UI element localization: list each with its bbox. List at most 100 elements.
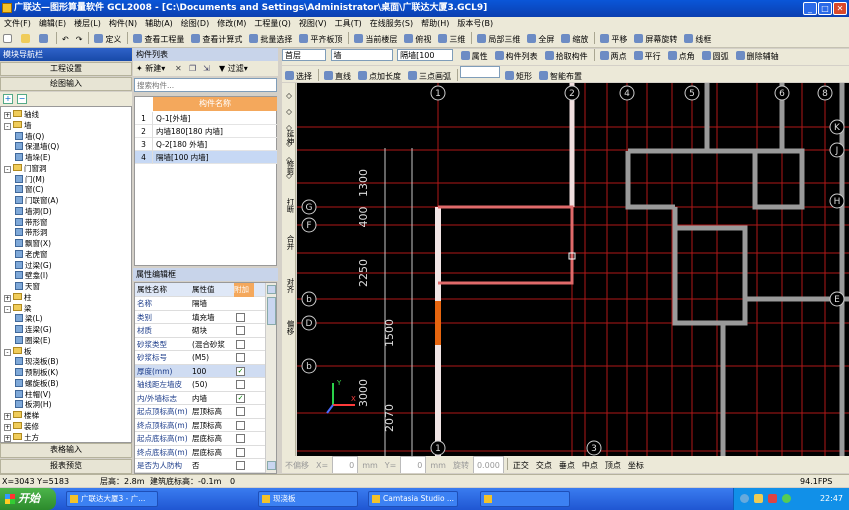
- menu-item[interactable]: 工程量(Q): [250, 17, 295, 31]
- property-row[interactable]: 厚度(mm) 100 ✓: [135, 364, 267, 379]
- expand-toggle-icon[interactable]: -: [4, 165, 11, 173]
- component-select[interactable]: 隔墙[100: [397, 49, 454, 61]
- toolbar-button[interactable]: 局部三维: [474, 31, 523, 47]
- property-row[interactable]: 轴线距左墙皮 (50): [135, 378, 267, 392]
- toolbar-button[interactable]: 平移: [597, 31, 630, 47]
- vtool-button[interactable]: 修剪: [283, 160, 295, 175]
- component-row[interactable]: 4 隔墙[100 内墙]: [135, 151, 277, 164]
- menu-item[interactable]: 楼层(L): [70, 17, 105, 31]
- draw-mode-button[interactable]: 智能布置: [536, 69, 585, 82]
- snap-field[interactable]: mm: [427, 457, 449, 473]
- tree-folder[interactable]: + 装修: [4, 421, 39, 432]
- tree-item[interactable]: 连梁(G): [15, 324, 52, 335]
- property-row[interactable]: 起点底标高(m) 层底标高: [135, 432, 267, 446]
- toolbar-button[interactable]: 当前楼层: [351, 31, 400, 47]
- layer-copy-icon[interactable]: ⇲: [203, 61, 210, 76]
- tree-folder[interactable]: -板: [4, 346, 32, 357]
- taskbar-task[interactable]: [480, 491, 570, 507]
- taskbar-task[interactable]: 现浇板: [258, 491, 358, 507]
- taskbar-task[interactable]: 广联达大厦3 - 广...: [66, 491, 158, 507]
- tree-item[interactable]: 窗(C): [15, 184, 44, 195]
- vtool-button[interactable]: 偏移: [283, 320, 295, 335]
- toolbar-button[interactable]: 全屏: [524, 31, 557, 47]
- property-row[interactable]: 终点底标高(m) 层底标高: [135, 446, 267, 460]
- extra-checkbox[interactable]: [236, 447, 245, 457]
- maximize-button[interactable]: □: [818, 2, 832, 15]
- property-row[interactable]: 是否为人防构 否: [135, 459, 267, 473]
- cad-drawing[interactable]: 1300 400 2250 1500 3000 2070 1 2 4 5 6 8 K J GF H Eb Db 1…: [297, 83, 849, 456]
- toolbar-button[interactable]: 定义: [91, 31, 124, 47]
- property-value[interactable]: 100: [192, 365, 234, 379]
- menu-item[interactable]: 帮助(H): [417, 17, 453, 31]
- extra-checkbox[interactable]: [236, 353, 245, 362]
- report-preview-button[interactable]: 报表预览: [0, 459, 132, 474]
- tree-item[interactable]: 带形洞: [15, 227, 48, 238]
- draw-toolbar-button[interactable]: 两点: [597, 49, 630, 65]
- scroll-down-button[interactable]: [267, 461, 276, 470]
- floor-select[interactable]: 首层: [282, 49, 326, 61]
- snap-field[interactable]: 不偏移: [282, 457, 312, 473]
- snap-field[interactable]: 0: [332, 456, 359, 473]
- component-row[interactable]: 1 Q-1[外墙]: [135, 112, 277, 125]
- menu-item[interactable]: 辅助(A): [141, 17, 177, 31]
- snap-field[interactable]: mm: [359, 457, 381, 473]
- vtool-button[interactable]: 延伸: [283, 130, 295, 145]
- new-component-button[interactable]: ✦ 新建▾: [136, 61, 165, 76]
- tree-folder[interactable]: + 楼梯: [4, 410, 39, 421]
- property-value[interactable]: 填充墙: [192, 311, 234, 325]
- property-value[interactable]: 内墙: [192, 392, 234, 406]
- tree-item[interactable]: 门(M): [15, 174, 45, 185]
- tree-item[interactable]: 板洞(H): [15, 399, 52, 410]
- property-row[interactable]: 材质 砌块: [135, 324, 267, 338]
- delete-icon[interactable]: ✕: [175, 61, 182, 76]
- taskbar-task[interactable]: Camtasia Studio ...: [368, 491, 458, 507]
- draw-toolbar-button[interactable]: 圆弧: [699, 49, 732, 65]
- extra-checkbox[interactable]: [236, 407, 245, 416]
- tree-item[interactable]: 过梁(G): [15, 260, 52, 271]
- tree-item[interactable]: 圈梁(E): [15, 335, 51, 346]
- property-row[interactable]: 砂浆标号 (M5): [135, 351, 267, 365]
- draw-mode-button[interactable]: 选择: [282, 69, 315, 82]
- snap-field[interactable]: X=: [313, 457, 331, 473]
- tree-item[interactable]: 保温墙(Q): [15, 141, 59, 152]
- tree-item[interactable]: 飘窗(X): [15, 238, 51, 249]
- snap-toggle-button[interactable]: 中点: [579, 457, 601, 473]
- tree-item[interactable]: 墙(Q): [15, 131, 44, 142]
- property-value[interactable]: 层底标高: [192, 446, 234, 460]
- toolbar-button[interactable]: 屏幕旋转: [631, 31, 680, 47]
- vtool-icon[interactable]: ◇: [283, 91, 295, 100]
- expand-toggle-icon[interactable]: -: [4, 122, 11, 130]
- tree-folder[interactable]: + 土方: [4, 432, 39, 443]
- property-row[interactable]: 终点顶标高(m) 层顶标高: [135, 419, 267, 432]
- expand-toggle-icon[interactable]: -: [4, 348, 11, 356]
- toolbar-button[interactable]: 线框: [681, 31, 714, 47]
- tree-folder[interactable]: -梁: [4, 303, 32, 314]
- extra-checkbox[interactable]: [236, 326, 245, 335]
- draw-mode-button[interactable]: 直线: [321, 69, 354, 82]
- table-input-button[interactable]: 表格输入: [0, 443, 132, 458]
- draw-mode-button[interactable]: 矩形: [502, 69, 535, 82]
- component-search-input[interactable]: [134, 78, 277, 92]
- open-file-icon[interactable]: [18, 31, 35, 47]
- vtool-button[interactable]: 打断: [283, 198, 295, 213]
- tree-item[interactable]: 门联窗(A): [15, 195, 58, 206]
- draw-mode-button[interactable]: 点加长度: [355, 69, 404, 82]
- extra-checkbox[interactable]: [236, 461, 245, 470]
- collapse-all-icon[interactable]: −: [17, 94, 27, 104]
- tray-app-icon[interactable]: [768, 494, 777, 503]
- tree-item[interactable]: 柱帽(V): [15, 389, 51, 400]
- extra-checkbox[interactable]: [236, 420, 245, 430]
- tree-item[interactable]: 老虎窗: [15, 249, 48, 260]
- save-icon[interactable]: [36, 31, 53, 47]
- tree-item[interactable]: 墙垛(E): [15, 152, 51, 163]
- property-scrollbar[interactable]: [265, 283, 276, 473]
- extra-checkbox[interactable]: [236, 339, 245, 349]
- expand-toggle-icon[interactable]: +: [4, 434, 11, 442]
- tree-item[interactable]: 梁(L): [15, 313, 43, 324]
- menu-item[interactable]: 在线服务(S): [366, 17, 417, 31]
- menu-item[interactable]: 视图(V): [295, 17, 331, 31]
- draw-toolbar-button[interactable]: 平行: [631, 49, 664, 65]
- drawing-canvas[interactable]: 1300 400 2250 1500 3000 2070 1 2 4 5 6 8 K J GF H Eb Db 1…: [297, 83, 849, 456]
- property-row[interactable]: 起点顶标高(m) 层顶标高: [135, 405, 267, 419]
- copy-icon[interactable]: ❐: [189, 61, 196, 76]
